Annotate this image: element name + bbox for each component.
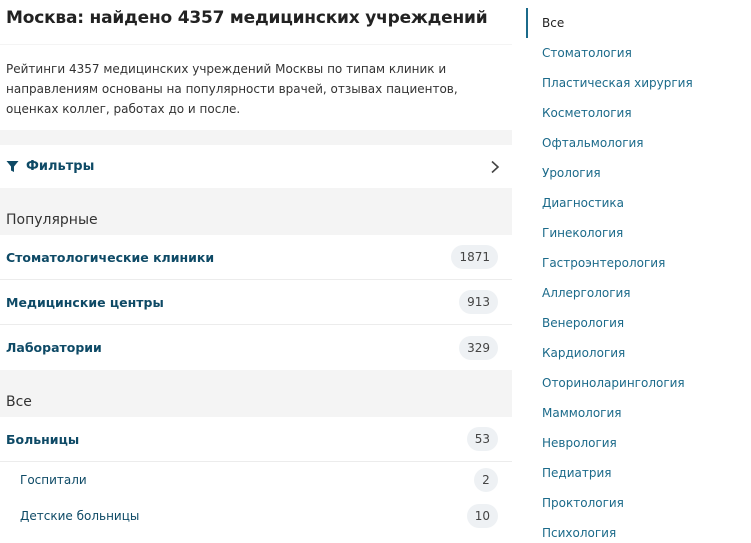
count-badge: 10 — [466, 504, 498, 528]
main-content: Москва: найдено 4357 медицинских учрежде… — [0, 0, 512, 543]
all-list: Больницы 53 Госпитали 2 Детские больницы… — [0, 417, 512, 543]
list-item[interactable]: Госпитали 2 — [0, 462, 512, 498]
popular-heading: Популярные — [6, 212, 98, 228]
chevron-right-icon — [490, 159, 500, 174]
sidebar-item[interactable]: Косметология — [526, 98, 751, 128]
count-badge: 53 — [466, 427, 498, 451]
sidebar-item[interactable]: Кардиология — [526, 338, 751, 368]
sidebar-item[interactable]: Оториноларингология — [526, 368, 751, 398]
filters-button[interactable]: Фильтры — [0, 145, 512, 188]
list-item[interactable]: Детские больницы 10 — [0, 498, 512, 534]
list-item-label: Больницы — [6, 431, 80, 447]
sidebar-item[interactable]: Урология — [526, 158, 751, 188]
page-title: Москва: найдено 4357 медицинских учрежде… — [0, 0, 512, 44]
sidebar-item[interactable]: Офтальмология — [526, 128, 751, 158]
sidebar-item[interactable]: Педиатрия — [526, 458, 751, 488]
sidebar-item[interactable]: Гинекология — [526, 218, 751, 248]
list-item-label: Лаборатории — [6, 340, 102, 355]
sidebar-item[interactable]: Гастроэнтерология — [526, 248, 751, 278]
sidebar-item[interactable]: Маммология — [526, 398, 751, 428]
count-badge: 1871 — [451, 245, 498, 269]
sidebar-item[interactable]: Венерология — [526, 308, 751, 338]
sidebar-item[interactable]: Диагностика — [526, 188, 751, 218]
count-badge: 913 — [459, 290, 498, 314]
sidebar-item[interactable]: Проктология — [526, 488, 751, 518]
filter-icon — [6, 160, 19, 173]
specialty-sidebar: Все Стоматология Пластическая хирургия К… — [512, 0, 751, 543]
intro-text: Рейтинги 4357 медицинских учреждений Мос… — [0, 45, 512, 130]
sidebar-item[interactable]: Аллергология — [526, 278, 751, 308]
list-item[interactable]: Больницы 53 — [0, 417, 512, 462]
list-item-label: Медицинские центры — [6, 294, 164, 310]
count-badge: 2 — [474, 468, 498, 492]
filters-label: Фильтры — [26, 159, 95, 174]
sidebar-item[interactable]: Стоматология — [526, 38, 751, 68]
sidebar-item-all[interactable]: Все — [526, 8, 751, 38]
all-heading: Все — [6, 394, 32, 410]
sidebar-item[interactable]: Пластическая хирургия — [526, 68, 751, 98]
list-item-label: Стоматологические клиники — [6, 249, 215, 265]
count-badge: 329 — [459, 335, 498, 360]
list-item[interactable]: Медицинские центры 913 — [0, 280, 512, 325]
list-item-label: Госпитали — [20, 473, 87, 487]
sidebar-item[interactable]: Психология — [526, 518, 751, 543]
list-item[interactable]: Стоматологические клиники 1871 — [0, 235, 512, 280]
list-item[interactable]: Лаборатории 329 — [0, 325, 512, 370]
popular-list: Стоматологические клиники 1871 Медицинск… — [0, 235, 512, 370]
sidebar-item[interactable]: Неврология — [526, 428, 751, 458]
specialty-list: Все Стоматология Пластическая хирургия К… — [526, 8, 751, 543]
list-item-label: Детские больницы — [20, 509, 140, 523]
